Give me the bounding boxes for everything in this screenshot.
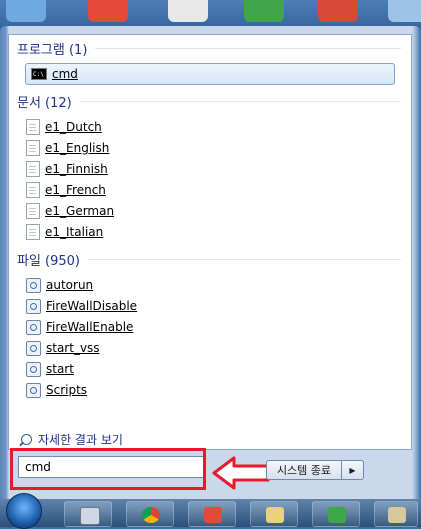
document-icon (26, 182, 40, 198)
result-item-label: e1_Dutch (45, 120, 102, 134)
script-file-icon (26, 382, 41, 398)
group-header-files[interactable]: 파일 (950) (17, 250, 401, 269)
arrow-left-icon (212, 456, 270, 490)
taskbar-app-media[interactable] (188, 501, 236, 527)
result-item-document[interactable]: e1_French (26, 180, 106, 200)
result-item-label: e1_Italian (45, 225, 104, 239)
result-item-label: e1_German (45, 204, 115, 218)
magnifier-icon (21, 433, 32, 445)
result-item-label: autorun (46, 278, 94, 292)
script-file-icon (26, 361, 41, 377)
desktop-shortcut-icon[interactable] (244, 0, 284, 22)
explorer-icon (388, 507, 406, 523)
group-header-documents[interactable]: 문서 (12) (17, 92, 401, 111)
shutdown-label: 시스템 종료 (276, 464, 332, 477)
desktop-shortcut-icon[interactable] (6, 0, 46, 22)
result-item-label: FireWallDisable (46, 299, 138, 313)
taskbar-app-explorer[interactable] (374, 501, 418, 527)
highlight-box (10, 448, 206, 490)
group-header-label: 파일 (950) (17, 253, 81, 269)
result-item-label: e1_French (45, 183, 106, 197)
result-item-label: Scripts (46, 383, 88, 397)
folder-icon (266, 507, 284, 523)
result-item-document[interactable]: e1_Italian (26, 222, 103, 242)
result-item-file[interactable]: FireWallDisable (26, 296, 137, 316)
script-file-icon (26, 277, 41, 293)
document-icon (26, 203, 40, 219)
result-item-cmd[interactable]: C:\ cmd (25, 63, 395, 85)
result-item-label: cmd (52, 67, 78, 81)
see-more-label: 자세한 결과 보기 (38, 432, 123, 447)
cmd-icon: C:\ (31, 68, 47, 80)
result-item-file[interactable]: start_vss (26, 338, 100, 358)
result-item-file[interactable]: FireWallEnable (26, 317, 133, 337)
taskbar (0, 493, 421, 529)
divider (79, 100, 401, 102)
taskbar-app-folder[interactable] (250, 501, 298, 527)
triangle-right-icon: ▶ (349, 465, 356, 475)
see-more-results-link[interactable]: 자세한 결과 보기 (21, 430, 123, 448)
desktop-shortcut-icon[interactable] (88, 0, 128, 22)
script-file-icon (26, 319, 41, 335)
taskbar-app-chrome[interactable] (126, 501, 174, 527)
shutdown-button[interactable]: 시스템 종료 (266, 460, 342, 480)
result-item-file[interactable]: start (26, 359, 74, 379)
result-item-label: FireWallEnable (46, 320, 134, 334)
windows-start-icon[interactable] (6, 493, 42, 529)
script-file-icon (26, 298, 41, 314)
group-header-label: 프로그램 (1) (17, 42, 88, 58)
media-player-icon (204, 507, 222, 523)
result-item-document[interactable]: e1_Finnish (26, 159, 108, 179)
result-item-document[interactable]: e1_Dutch (26, 117, 102, 137)
document-icon (26, 140, 40, 156)
result-item-label: start (46, 362, 74, 376)
result-item-document[interactable]: e1_English (26, 138, 109, 158)
chrome-icon (142, 507, 160, 523)
shutdown-options-button[interactable]: ▶ (342, 460, 364, 480)
divider (95, 47, 401, 49)
group-header-label: 문서 (12) (17, 95, 72, 111)
calculator-icon (80, 507, 100, 525)
document-icon (26, 119, 40, 135)
result-item-label: e1_English (45, 141, 110, 155)
desktop-shortcut-icon[interactable] (388, 0, 421, 22)
document-icon (26, 224, 40, 240)
terminal-icon (328, 507, 346, 523)
document-icon (26, 161, 40, 177)
start-menu: 프로그램 (1) C:\ cmd 문서 (12) e1_Dutch e1_Eng… (0, 26, 421, 499)
taskbar-app-calculator[interactable] (64, 501, 112, 527)
result-item-file[interactable]: Scripts (26, 380, 87, 400)
script-file-icon (26, 340, 41, 356)
result-item-file[interactable]: autorun (26, 275, 93, 295)
search-results-panel: 프로그램 (1) C:\ cmd 문서 (12) e1_Dutch e1_Eng… (8, 34, 412, 450)
result-item-label: e1_Finnish (45, 162, 108, 176)
result-item-label: start_vss (46, 341, 100, 355)
taskbar-app-terminal[interactable] (312, 501, 360, 527)
desktop-shortcut-icon[interactable] (318, 0, 358, 22)
desktop-shortcut-icon[interactable] (168, 0, 208, 22)
divider (88, 258, 401, 260)
result-item-document[interactable]: e1_German (26, 201, 114, 221)
group-header-programs[interactable]: 프로그램 (1) (17, 39, 401, 58)
